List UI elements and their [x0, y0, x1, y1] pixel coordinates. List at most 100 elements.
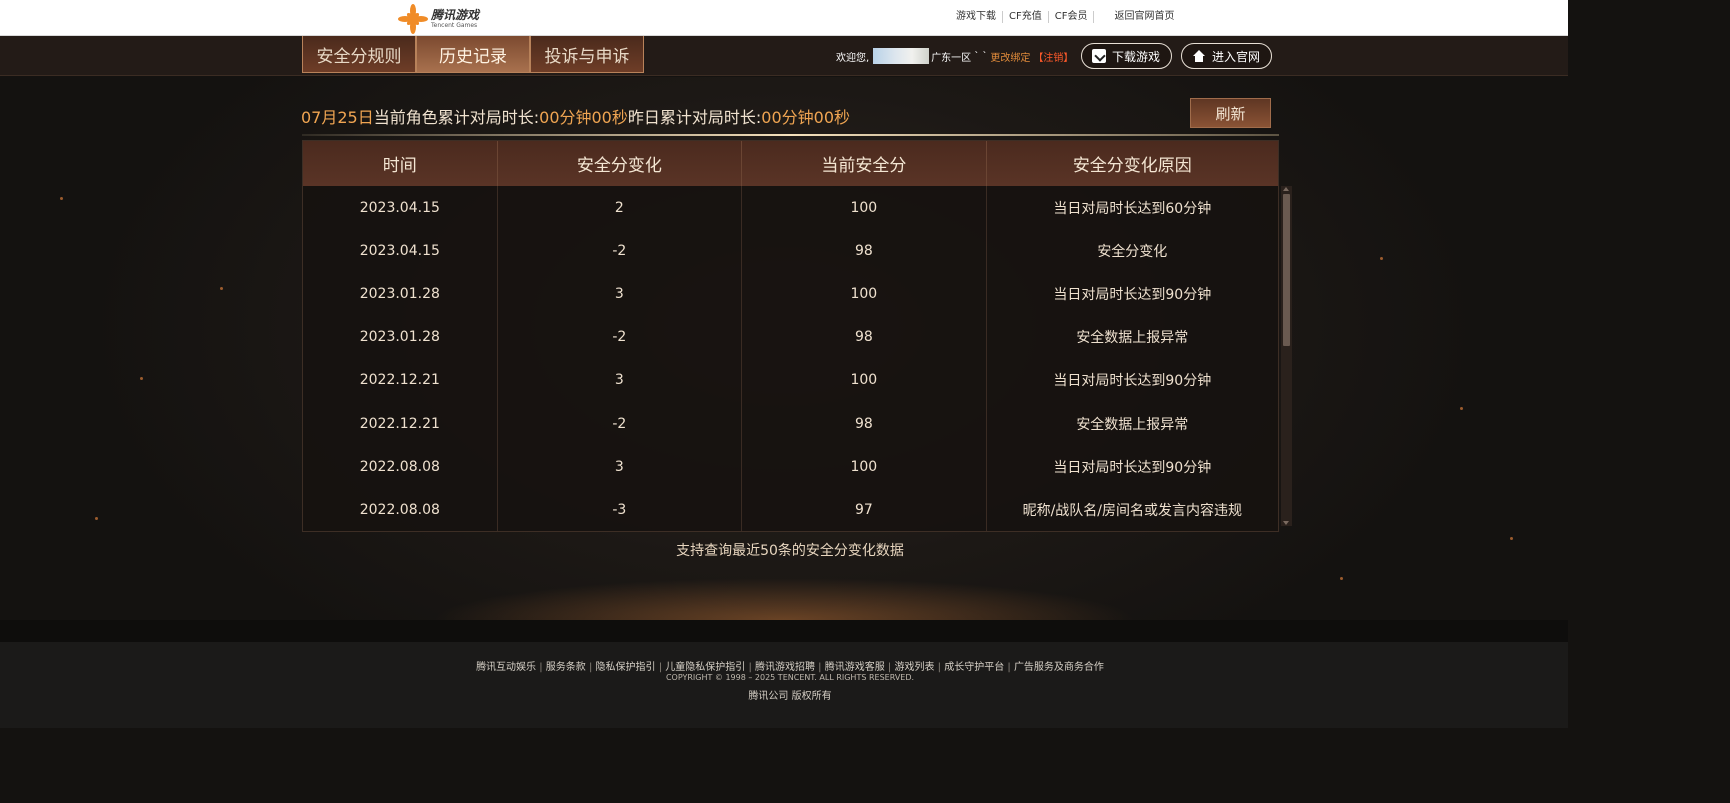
- spark-decoration: [1380, 257, 1383, 260]
- cell-score-change: 3: [498, 272, 743, 316]
- cf-member-link[interactable]: CF会员: [1049, 11, 1095, 23]
- cell-time: 2022.12.21: [303, 358, 498, 402]
- cell-current-score: 98: [742, 401, 987, 446]
- table-row: 2022.12.21 -2 98 安全数据上报异常: [303, 401, 1278, 446]
- footer-link[interactable]: 游戏列表: [894, 662, 944, 673]
- footer-link[interactable]: 服务条款: [546, 662, 596, 673]
- spark-decoration: [220, 287, 223, 290]
- masked-username: [873, 48, 930, 64]
- server-suffix: ` `: [974, 50, 988, 62]
- column-header-time: 时间: [303, 141, 498, 186]
- footer-link[interactable]: 腾讯游戏招聘: [755, 662, 825, 673]
- footer-link[interactable]: 腾讯互动娱乐: [476, 662, 546, 673]
- nav-band: 安全分规则 历史记录 投诉与申诉 欢迎您, 广东一区 ` ` 更改绑定 【注销】…: [0, 36, 1568, 76]
- tab-bar: 安全分规则 历史记录 投诉与申诉: [302, 36, 644, 73]
- download-icon: [1092, 49, 1106, 63]
- top-header: 腾讯游戏 Tencent Games 游戏下载 CF充值 CF会员 返回官网首页: [0, 0, 1568, 36]
- enter-site-label: 进入官网: [1212, 49, 1261, 64]
- cell-time: 2023.01.28: [303, 272, 498, 316]
- stats-date: 07月25日: [301, 108, 374, 127]
- table-body: 2023.04.15 2 100 当日对局时长达到60分钟 2023.04.15…: [303, 186, 1278, 531]
- tab-rules[interactable]: 安全分规则: [302, 36, 416, 73]
- divider: [302, 134, 1279, 136]
- cell-reason: 安全数据上报异常: [1076, 330, 1189, 347]
- change-bind-link[interactable]: 更改绑定: [990, 49, 1030, 64]
- logout-link[interactable]: 【注销】: [1033, 49, 1073, 64]
- tab-history[interactable]: 历史记录: [416, 36, 530, 73]
- footer-link[interactable]: 隐私保护指引: [596, 662, 666, 673]
- company-text: 腾讯公司 版权所有: [748, 691, 832, 702]
- table-row: 2023.04.15 -2 98 安全分变化: [303, 229, 1278, 273]
- welcome-bar: 欢迎您, 广东一区 ` ` 更改绑定 【注销】: [836, 48, 1073, 64]
- cell-score-change: 3: [498, 358, 743, 402]
- cell-time: 2023.01.28: [303, 315, 498, 359]
- cell-time: 2022.08.08: [303, 488, 498, 531]
- cell-score-change: -3: [498, 488, 743, 531]
- scroll-thumb[interactable]: [1283, 194, 1290, 346]
- cell-current-score: 100: [742, 445, 987, 489]
- spark-decoration: [95, 517, 98, 520]
- logo-chinese-name: 腾讯游戏: [431, 8, 480, 22]
- tab-complaint[interactable]: 投诉与申诉: [530, 36, 644, 73]
- cell-current-score: 97: [742, 488, 987, 531]
- play-time-stats: 07月25日当前角色累计对局时长:00分钟00秒昨日累计对局时长:00分钟00秒: [301, 104, 850, 128]
- refresh-button[interactable]: 刷新: [1190, 98, 1271, 128]
- table-header: 时间 安全分变化 当前安全分 安全分变化原因: [303, 141, 1278, 186]
- cell-reason: 当日对局时长达到90分钟: [1053, 459, 1212, 476]
- cell-score-change: 3: [498, 445, 743, 489]
- scroll-up-arrow-icon[interactable]: [1283, 187, 1289, 191]
- footer-link[interactable]: 成长守护平台: [944, 662, 1014, 673]
- footer-link[interactable]: 广告服务及商务合作: [1014, 662, 1104, 673]
- top-links: 游戏下载 CF充值 CF会员 返回官网首页: [950, 11, 1180, 23]
- table-row: 2023.01.28 3 100 当日对局时长达到90分钟: [303, 272, 1278, 316]
- cf-recharge-link[interactable]: CF充值: [1003, 11, 1049, 23]
- table-row: 2022.12.21 3 100 当日对局时长达到90分钟: [303, 358, 1278, 402]
- table-row: 2023.04.15 2 100 当日对局时长达到60分钟: [303, 186, 1278, 230]
- welcome-text: 欢迎您,: [836, 52, 870, 64]
- cell-current-score: 100: [742, 272, 987, 316]
- history-table: 时间 安全分变化 当前安全分 安全分变化原因 2023.04.15 2 100 …: [302, 140, 1279, 532]
- today-label: 当前角色累计对局时长:: [373, 108, 540, 127]
- cell-current-score: 100: [742, 358, 987, 402]
- table-row: 2022.08.08 3 100 当日对局时长达到90分钟: [303, 445, 1278, 489]
- today-value: 00分钟00秒: [539, 108, 628, 127]
- column-header-score-change: 安全分变化: [498, 141, 743, 186]
- cell-score-change: 2: [498, 186, 743, 230]
- scroll-down-arrow-icon[interactable]: [1283, 521, 1289, 525]
- table-scrollbar[interactable]: [1281, 186, 1292, 526]
- query-limit-note: 支持查询最近50条的安全分变化数据: [676, 543, 904, 559]
- spark-decoration: [60, 197, 63, 200]
- game-download-link[interactable]: 游戏下载: [950, 11, 1003, 23]
- cell-reason: 安全数据上报异常: [1076, 416, 1189, 433]
- tencent-games-logo[interactable]: 腾讯游戏 Tencent Games: [398, 4, 498, 34]
- cell-time: 2023.04.15: [303, 186, 498, 230]
- cell-time: 2022.12.21: [303, 401, 498, 446]
- column-header-current-score: 当前安全分: [742, 141, 987, 186]
- yesterday-value: 00分钟00秒: [761, 108, 851, 127]
- cell-reason: 当日对局时长达到90分钟: [1053, 373, 1212, 390]
- cell-reason: 当日对局时长达到90分钟: [1053, 286, 1212, 303]
- separator-strip: [0, 620, 1568, 642]
- cell-current-score: 100: [742, 186, 987, 230]
- logo-english-name: Tencent Games: [431, 22, 478, 29]
- copyright-text: COPYRIGHT © 1998 – 2025 TENCENT. ALL RIG…: [665, 673, 915, 682]
- cell-score-change: -2: [498, 229, 743, 273]
- table-row: 2022.08.08 -3 97 昵称/战队名/房间名或发言内容违规: [303, 488, 1278, 531]
- cell-time: 2023.04.15: [303, 229, 498, 273]
- yesterday-label: 昨日累计对局时长:: [627, 108, 762, 127]
- download-game-button[interactable]: 下载游戏: [1081, 43, 1172, 69]
- cell-time: 2022.08.08: [303, 445, 498, 489]
- cell-reason: 安全分变化: [1097, 243, 1168, 260]
- cell-reason: 当日对局时长达到60分钟: [1053, 200, 1212, 217]
- spark-decoration: [140, 377, 143, 380]
- table-row: 2023.01.28 -2 98 安全数据上报异常: [303, 315, 1278, 359]
- back-to-home-link[interactable]: 返回官网首页: [1108, 11, 1180, 23]
- enter-site-button[interactable]: 进入官网: [1181, 43, 1272, 69]
- cell-score-change: -2: [498, 315, 743, 359]
- download-game-label: 下载游戏: [1112, 49, 1161, 64]
- home-icon: [1192, 50, 1206, 62]
- footer-link[interactable]: 腾讯游戏客服: [825, 662, 895, 673]
- footer-link[interactable]: 儿童隐私保护指引: [665, 662, 755, 673]
- spark-decoration: [1340, 577, 1343, 580]
- cell-score-change: -2: [498, 401, 743, 446]
